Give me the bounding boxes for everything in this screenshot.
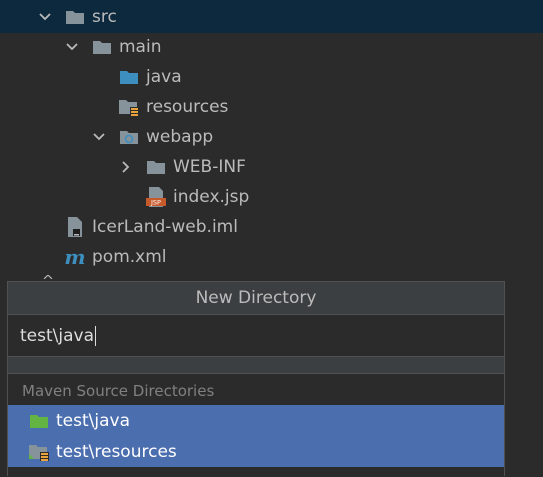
test-resources-folder-icon: [28, 442, 50, 462]
folder-icon: [145, 157, 167, 177]
suggestion-list: Maven Source Directories test\java test\…: [8, 374, 504, 477]
suggestion-label: test\java: [56, 410, 130, 431]
chevron-right-icon[interactable]: [118, 159, 134, 175]
tree-node-label: src: [92, 7, 117, 27]
section-label: Maven Source Directories: [22, 382, 215, 400]
web-folder-icon: [118, 127, 140, 147]
tree-node-web-inf[interactable]: WEB-INF: [145, 152, 246, 182]
project-tree: src main java resources webapp WEB-INF J…: [0, 0, 543, 282]
tree-node-label: index.jsp: [173, 187, 250, 207]
tree-node-iml[interactable]: IcerLand-web.iml: [64, 212, 238, 242]
tree-node-label: pom.xml: [92, 247, 167, 267]
tree-node-src[interactable]: src: [64, 2, 117, 32]
svg-text:JSP: JSP: [150, 199, 161, 207]
resources-folder-icon: [118, 97, 140, 117]
background-panel: [505, 282, 543, 476]
folder-icon: [91, 37, 113, 57]
folder-icon: [64, 7, 86, 27]
tree-node-label: IcerLand-web.iml: [92, 217, 238, 237]
tree-node-label: resources: [146, 97, 229, 117]
partial-node-indicator: [43, 275, 53, 279]
tree-node-java[interactable]: java: [118, 62, 182, 92]
tree-node-index-jsp[interactable]: JSP index.jsp: [145, 182, 249, 212]
tree-node-label: WEB-INF: [173, 157, 246, 177]
chevron-down-icon[interactable]: [91, 129, 107, 145]
tree-node-pom[interactable]: m pom.xml: [64, 242, 167, 272]
source-folder-icon: [118, 67, 140, 87]
tree-node-main[interactable]: main: [91, 32, 161, 62]
suggestion-test-resources[interactable]: test\resources: [8, 436, 504, 467]
chevron-down-icon[interactable]: [37, 9, 53, 25]
chevron-down-icon[interactable]: [64, 39, 80, 55]
maven-icon: m: [64, 247, 86, 267]
jsp-file-icon: JSP: [145, 187, 167, 207]
tree-node-resources[interactable]: resources: [118, 92, 228, 122]
tree-node-label: main: [119, 37, 162, 57]
suggestion-test-java[interactable]: test\java: [8, 405, 504, 436]
tree-node-label: java: [146, 67, 182, 87]
svg-text:m: m: [64, 247, 85, 267]
iml-file-icon: [64, 217, 86, 237]
directory-name-value: test\java: [20, 325, 94, 346]
dialog-title: New Directory: [8, 282, 504, 314]
suggestion-label: test\resources: [56, 441, 177, 462]
test-source-folder-icon: [28, 411, 50, 431]
tree-node-label: webapp: [146, 127, 214, 147]
divider: [8, 358, 504, 374]
directory-name-input[interactable]: test\java: [8, 315, 504, 357]
new-directory-dialog: New Directory test\java Maven Source Dir…: [7, 281, 505, 477]
text-caret: [95, 325, 96, 346]
tree-node-webapp[interactable]: webapp: [118, 122, 213, 152]
